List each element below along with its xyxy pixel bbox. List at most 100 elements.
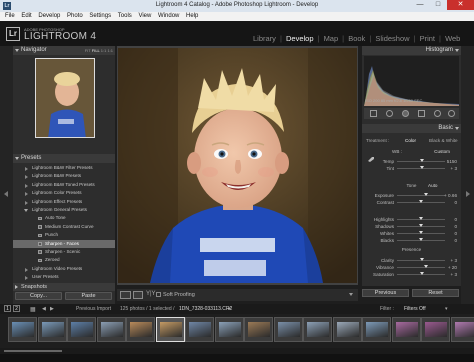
slider-value[interactable]: 0 (454, 238, 457, 243)
preset-item[interactable]: Sharpen - Scenic (13, 248, 115, 256)
slider-whites[interactable]: Whites 0 (365, 230, 458, 237)
slider-value[interactable]: + 3 (450, 258, 457, 263)
preset-folder[interactable]: Lightroom B&W Presets (13, 172, 115, 180)
slider-exposure[interactable]: Exposure + 0.66 (365, 192, 458, 199)
slider-knob[interactable] (419, 200, 423, 203)
module-slideshow[interactable]: Slideshow (375, 34, 409, 43)
slider-track[interactable] (397, 267, 445, 268)
toolbar-menu-chevron-icon[interactable] (349, 293, 353, 296)
slider-value[interactable]: + 3 (450, 272, 457, 277)
slider-saturation[interactable]: Saturation + 3 (365, 271, 458, 278)
slider-contrast[interactable]: Contrast 0 (365, 199, 458, 206)
menu-settings[interactable]: Settings (89, 12, 111, 21)
preset-folder[interactable]: Lightroom B&W Filter Presets (13, 164, 115, 172)
filmstrip-thumbnail[interactable] (421, 317, 450, 342)
slider-clarity[interactable]: Clarity + 3 (365, 257, 458, 264)
preset-item[interactable]: Auto Tone (13, 214, 115, 222)
before-after-toggle[interactable]: Y|Y (146, 291, 156, 297)
preset-item[interactable]: Zeroed (13, 256, 115, 264)
menu-file[interactable]: File (5, 12, 15, 21)
filmstrip-thumbnail[interactable] (332, 317, 362, 342)
menu-photo[interactable]: Photo (67, 12, 83, 21)
adjustment-brush-tool-icon[interactable] (448, 110, 455, 117)
close-button[interactable]: ✕ (447, 0, 474, 10)
module-library[interactable]: Library (253, 34, 276, 43)
menu-window[interactable]: Window (158, 12, 179, 21)
slider-knob[interactable] (423, 193, 428, 196)
preset-item-selected[interactable]: Sharpen - Faces (13, 239, 115, 248)
preset-item[interactable]: Punch (13, 231, 115, 239)
main-photo[interactable] (118, 48, 357, 283)
slider-knob[interactable] (419, 224, 423, 227)
preset-folder-open[interactable]: Lightroom General Presets (13, 206, 115, 214)
preset-item[interactable]: Medium Contrast Curve (13, 223, 115, 231)
slider-value[interactable]: + 3 (450, 166, 457, 171)
source-label[interactable]: Previous Import (76, 306, 111, 312)
left-panel-toggle[interactable] (0, 46, 13, 346)
preset-folder[interactable]: Lightroom Color Presets (13, 189, 115, 197)
module-web[interactable]: Web (445, 34, 460, 43)
menu-view[interactable]: View (138, 12, 151, 21)
module-book[interactable]: Book (348, 34, 365, 43)
slider-value[interactable]: 0 (454, 200, 457, 205)
menu-edit[interactable]: Edit (21, 12, 31, 21)
filmstrip-thumbnail[interactable] (8, 317, 37, 342)
filmstrip-thumbnail[interactable] (391, 317, 421, 342)
module-print[interactable]: Print (420, 34, 435, 43)
histogram-header[interactable]: Histogram (362, 46, 461, 55)
slider-knob[interactable] (419, 217, 423, 220)
loupe-view-icon[interactable] (120, 291, 131, 299)
zoom-fill[interactable]: FILL (92, 48, 100, 53)
preset-folder[interactable]: Lightroom Effect Presets (13, 198, 115, 206)
filter-chevron-icon[interactable]: ▾ (445, 306, 448, 312)
filter-value[interactable]: Filters Off (404, 306, 426, 312)
navigator-header[interactable]: Navigator FIT FILL 1:1 1:1 (13, 46, 115, 55)
preset-folder[interactable]: Lightroom B&W Toned Presets (13, 181, 115, 189)
navigator-preview[interactable] (35, 58, 95, 138)
slider-knob[interactable] (420, 159, 425, 162)
filmstrip-thumbnail[interactable] (214, 317, 244, 342)
basic-header[interactable]: Basic (362, 124, 461, 133)
menu-tools[interactable]: Tools (118, 12, 132, 21)
slider-value[interactable]: 0 (454, 231, 457, 236)
filmstrip-thumbnail[interactable] (185, 317, 214, 342)
module-develop[interactable]: Develop (286, 34, 314, 43)
graduated-filter-tool-icon[interactable] (418, 110, 425, 117)
paste-button[interactable]: Paste (65, 292, 112, 300)
slider-knob[interactable] (419, 258, 424, 261)
screen-1-button[interactable]: 1 (4, 305, 11, 312)
slider-value[interactable]: 0 (454, 217, 457, 222)
filmstrip-thumbnail[interactable] (450, 317, 474, 342)
reset-button[interactable]: Reset (412, 289, 459, 297)
slider-knob[interactable] (419, 231, 423, 234)
menu-develop[interactable]: Develop (38, 12, 60, 21)
slider-knob[interactable] (419, 166, 424, 169)
zoom-1-1[interactable]: 1:1 (101, 48, 107, 53)
copy-button[interactable]: Copy... (15, 292, 62, 300)
soft-proofing-checkbox[interactable] (156, 292, 161, 297)
filmstrip-thumbnail[interactable] (67, 317, 96, 342)
slider-knob[interactable] (423, 265, 428, 268)
preset-folder[interactable]: Lightroom Video Presets (13, 265, 115, 273)
menu-help[interactable]: Help (186, 12, 198, 21)
screen-2-button[interactable]: 2 (13, 305, 20, 312)
filmstrip-thumbnail[interactable] (37, 317, 67, 342)
filmstrip-thumbnail[interactable] (126, 317, 155, 342)
back-arrow-icon[interactable]: ◀ (42, 306, 46, 312)
filmstrip-thumbnail[interactable] (273, 317, 303, 342)
zoom-fit[interactable]: FIT (85, 48, 91, 53)
compare-view-icon[interactable] (133, 291, 143, 299)
filmstrip-thumbnail[interactable] (244, 317, 273, 342)
treatment-color-option[interactable]: Color (405, 138, 416, 143)
filmstrip-thumbnail-selected[interactable] (155, 317, 185, 342)
wb-value[interactable]: Custom (434, 149, 450, 154)
radial-tool-icon[interactable] (434, 110, 441, 117)
slider-blacks[interactable]: Blacks 0 (365, 237, 458, 244)
filmstrip-thumbnail[interactable] (303, 317, 332, 342)
previous-button[interactable]: Previous (362, 289, 409, 297)
crop-tool-icon[interactable] (370, 110, 377, 117)
slider-knob[interactable] (419, 272, 424, 275)
spot-removal-tool-icon[interactable] (386, 110, 393, 117)
scroll-thumb[interactable] (4, 350, 62, 352)
slider-knob[interactable] (419, 238, 423, 241)
